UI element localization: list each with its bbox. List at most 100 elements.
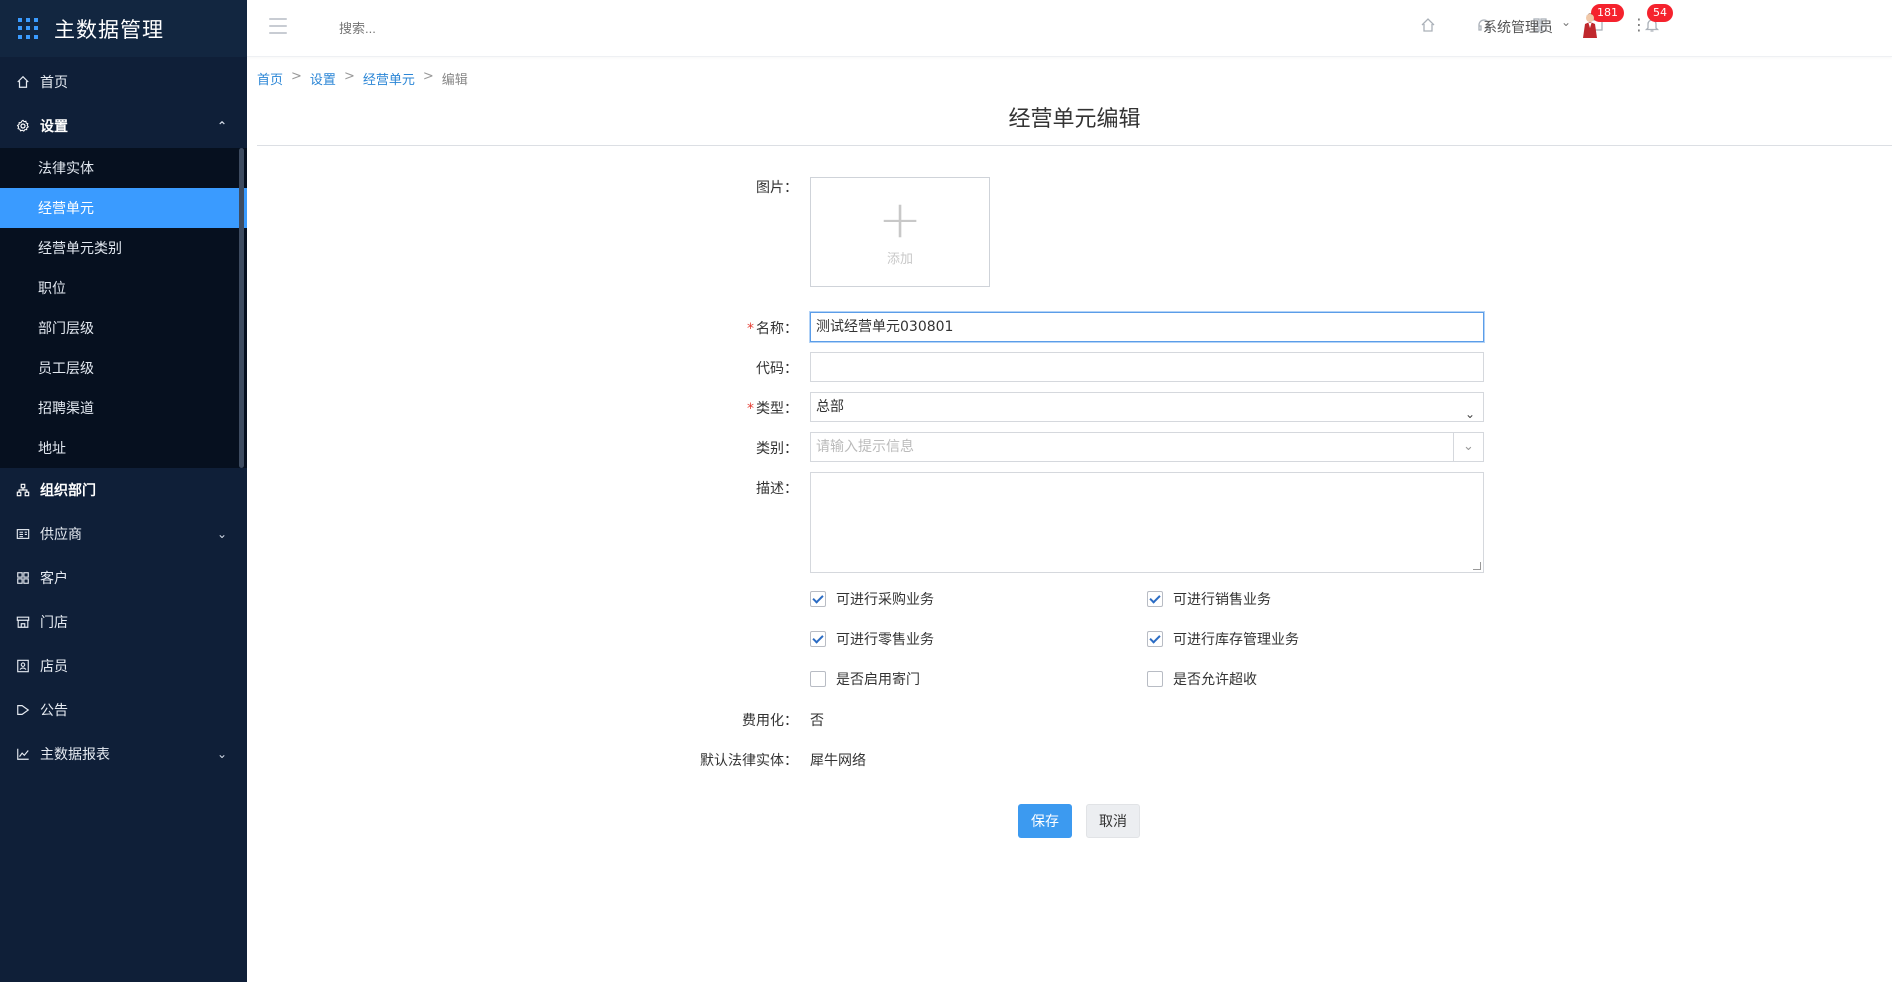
chevron-down-icon: ⌄ [1464, 407, 1475, 421]
default-entity-label: 默认法律实体： [700, 753, 798, 769]
resize-handle-icon[interactable] [1473, 562, 1481, 570]
image-upload[interactable]: + 添加 [810, 177, 990, 287]
sidebar-nav: 首页 设置 ⌃ 法律实体 经营单元 经营单元类别 职位 部门层级 员工层级 招聘… [0, 60, 247, 776]
image-label: 图片： [756, 180, 798, 196]
code-input[interactable] [810, 352, 1484, 382]
menu-toggle-icon[interactable] [269, 18, 287, 34]
cancel-button[interactable]: 取消 [1086, 804, 1140, 838]
brand: 主数据管理 [0, 0, 247, 57]
checkbox-box[interactable] [1147, 671, 1163, 687]
sidebar-item-customer[interactable]: 客户 [0, 556, 247, 600]
type-select-value: 总部 [816, 399, 844, 415]
breadcrumb: 首页 > 设置 > 经营单元 > 编辑 [257, 69, 468, 88]
sidebar-item-settings[interactable]: 设置 ⌃ [0, 104, 247, 148]
sidebar-item-report[interactable]: 主数据报表 ⌄ [0, 732, 247, 776]
line-chart-icon [16, 747, 30, 761]
sidebar-item-announcement[interactable]: 公告 [0, 688, 247, 732]
sidebar-item-label: 店员 [40, 659, 68, 675]
app-title: 主数据管理 [54, 17, 164, 42]
name-label: * 名称： [747, 321, 798, 337]
desc-label: 描述： [756, 481, 798, 497]
checkbox-inventory[interactable]: 可进行库存管理业务 [1147, 629, 1299, 649]
sidebar-item-label: 客户 [40, 571, 68, 587]
search-input[interactable] [339, 16, 599, 40]
breadcrumb-settings[interactable]: 设置 [310, 69, 336, 88]
upload-text: 添加 [886, 251, 913, 267]
sidebar-item-clerk[interactable]: 店员 [0, 644, 247, 688]
checkbox-box[interactable] [810, 631, 826, 647]
type-label: * 类型： [747, 401, 798, 417]
checkbox-box[interactable] [810, 591, 826, 607]
sidebar: 主数据管理 首页 设置 ⌃ 法律实体 经营单元 经营单元类别 职位 部门层级 员… [0, 0, 247, 982]
user-name[interactable]: 系统管理员 [1483, 17, 1553, 37]
checkbox-allow-overreceive[interactable]: 是否允许超收 [1147, 669, 1257, 689]
sidebar-item-label: 门店 [40, 615, 68, 631]
expense-value: 否 [810, 713, 824, 729]
breadcrumb-home[interactable]: 首页 [257, 69, 283, 88]
checkbox-box[interactable] [1147, 631, 1163, 647]
expense-label: 费用化： [742, 713, 798, 729]
org-tree-icon [16, 483, 30, 497]
category-label: 类别： [756, 441, 798, 457]
category-placeholder: 请输入提示信息 [816, 439, 914, 455]
sidebar-item-business-unit-category[interactable]: 经营单元类别 [0, 228, 247, 268]
sidebar-item-department-level[interactable]: 部门层级 [0, 308, 247, 348]
plus-icon: + [878, 189, 922, 250]
page-title: 经营单元编辑 [257, 101, 1892, 146]
chevron-up-icon: ⌃ [216, 119, 227, 133]
chevron-down-icon: ⌄ [216, 527, 227, 541]
sidebar-item-business-unit[interactable]: 经营单元 [0, 188, 247, 228]
desc-textarea[interactable] [810, 472, 1484, 573]
breadcrumb-separator: > [291, 69, 302, 84]
name-input[interactable]: 测试经营单元030801 [810, 312, 1484, 342]
checkbox-box[interactable] [1147, 591, 1163, 607]
customer-icon [16, 571, 30, 585]
supplier-icon [16, 527, 30, 541]
id-card-icon [16, 659, 30, 673]
sidebar-item-address[interactable]: 地址 [0, 428, 247, 468]
sidebar-item-legal-entity[interactable]: 法律实体 [0, 148, 247, 188]
sidebar-item-supplier[interactable]: 供应商 ⌄ [0, 512, 247, 556]
sidebar-item-label: 公告 [40, 703, 68, 719]
sidebar-item-label: 组织部门 [40, 483, 96, 499]
sidebar-item-label: 首页 [40, 75, 68, 91]
sidebar-item-employee-level[interactable]: 员工层级 [0, 348, 247, 388]
announcement-icon [16, 703, 30, 717]
store-icon [16, 615, 30, 629]
breadcrumb-separator: > [343, 69, 355, 84]
sidebar-item-label: 主数据报表 [40, 747, 110, 763]
chevron-down-icon[interactable]: ⌄ [1561, 15, 1571, 29]
sidebar-item-home[interactable]: 首页 [0, 60, 247, 104]
sidebar-item-position[interactable]: 职位 [0, 268, 247, 308]
avatar[interactable] [1580, 12, 1600, 38]
sidebar-item-recruit-channel[interactable]: 招聘渠道 [0, 388, 247, 428]
default-entity-value: 犀牛网络 [810, 753, 866, 769]
checkbox-enable-consign[interactable]: 是否启用寄门 [810, 669, 920, 689]
sidebar-item-label: 设置 [40, 119, 68, 135]
breadcrumb-separator: > [422, 69, 434, 84]
sidebar-item-label: 供应商 [40, 527, 82, 543]
type-select[interactable]: 总部 ⌄ [810, 392, 1484, 422]
settings-submenu: 法律实体 经营单元 经营单元类别 职位 部门层级 员工层级 招聘渠道 地址 [0, 148, 247, 468]
home-icon [16, 75, 30, 89]
topbar: 181 54 系统管理员 ⌄ ⋮ [247, 0, 1892, 57]
more-vertical-icon[interactable]: ⋮ [1631, 15, 1647, 34]
chevron-down-icon[interactable]: ⌄ [1453, 433, 1483, 461]
category-combobox[interactable]: 请输入提示信息 ⌄ [810, 432, 1484, 462]
code-label: 代码： [756, 361, 798, 377]
checkbox-sales[interactable]: 可进行销售业务 [1147, 589, 1271, 609]
sidebar-item-store[interactable]: 门店 [0, 600, 247, 644]
chevron-down-icon: ⌄ [216, 747, 227, 761]
gear-icon [16, 119, 30, 133]
breadcrumb-business-unit[interactable]: 经营单元 [363, 69, 415, 88]
save-button[interactable]: 保存 [1018, 804, 1072, 838]
app-grid-icon[interactable] [18, 17, 40, 40]
notification-badge: 54 [1647, 4, 1673, 22]
checkbox-box[interactable] [810, 671, 826, 687]
home-icon[interactable] [1419, 16, 1437, 34]
checkbox-retail[interactable]: 可进行零售业务 [810, 629, 934, 649]
breadcrumb-current: 编辑 [441, 73, 468, 88]
checkbox-purchase[interactable]: 可进行采购业务 [810, 589, 934, 609]
sidebar-item-org-dept[interactable]: 组织部门 [0, 468, 247, 512]
submenu-scrollbar[interactable] [239, 148, 244, 468]
